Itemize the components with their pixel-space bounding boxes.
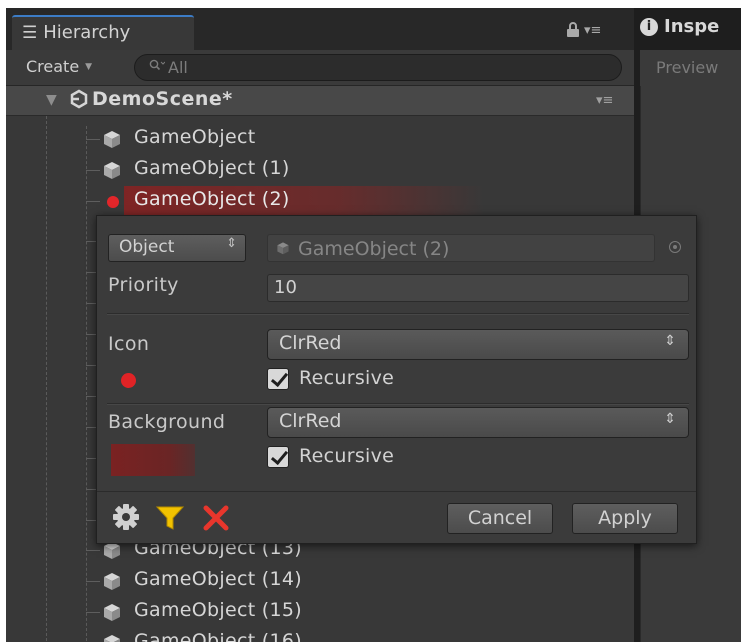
hierarchy-toolbar: Create ▼ All xyxy=(6,50,634,86)
unity-logo-icon xyxy=(70,89,88,114)
tab-inspector-label: Inspe xyxy=(664,16,720,37)
red-dot-icon xyxy=(107,196,119,208)
hierarchy-style-popup: Object ⇕ GameObject (2) Priority 10 Icon… xyxy=(96,215,697,544)
list-icon: ☰ xyxy=(22,22,38,43)
cube-icon xyxy=(102,129,122,149)
tab-hierarchy[interactable]: ☰ Hierarchy xyxy=(12,15,194,50)
apply-button[interactable]: Apply xyxy=(572,503,678,534)
icon-dropdown[interactable]: ClrRed ⇕ xyxy=(267,329,689,360)
background-dropdown-value: ClrRed xyxy=(279,410,342,432)
hierarchy-item[interactable]: GameObject (14) xyxy=(6,566,634,597)
search-input[interactable]: All xyxy=(134,54,622,81)
hierarchy-item-label: GameObject xyxy=(134,126,256,148)
hierarchy-item[interactable]: GameObject (1) xyxy=(6,155,634,186)
background-dropdown[interactable]: ClrRed ⇕ xyxy=(267,407,689,438)
icon-dropdown-value: ClrRed xyxy=(279,332,342,354)
background-recursive-checkbox[interactable] xyxy=(267,446,289,468)
hierarchy-item-label: GameObject (14) xyxy=(134,568,302,590)
cube-icon xyxy=(102,160,122,180)
priority-value: 10 xyxy=(274,277,297,298)
background-preview xyxy=(111,444,195,476)
remove-icon[interactable] xyxy=(201,504,231,532)
cancel-button[interactable]: Cancel xyxy=(447,503,553,534)
icon-recursive-checkbox[interactable] xyxy=(267,368,289,390)
search-icon xyxy=(149,58,166,77)
tab-inspector[interactable]: i Inspe xyxy=(640,16,719,37)
lock-icon[interactable] xyxy=(566,22,580,42)
priority-field[interactable]: 10 xyxy=(267,274,689,302)
cube-icon xyxy=(276,238,290,260)
create-button-label: Create xyxy=(26,57,80,76)
object-field-value: GameObject (2) xyxy=(298,237,450,260)
scene-menu-icon[interactable]: ▾≡ xyxy=(596,93,613,108)
search-placeholder: All xyxy=(168,58,188,77)
hierarchy-item[interactable]: GameObject xyxy=(6,124,634,155)
hierarchy-tabbar: ☰ Hierarchy ▾≡ xyxy=(6,8,634,50)
info-icon: i xyxy=(640,17,658,36)
icon-preview xyxy=(121,373,136,388)
hierarchy-item-label: GameObject (2) xyxy=(134,188,290,210)
dropdown-arrow-icon: ▼ xyxy=(85,61,93,72)
filter-icon[interactable] xyxy=(155,504,185,532)
divider xyxy=(107,403,689,405)
hierarchy-item-label: GameObject (1) xyxy=(134,157,290,179)
scene-row[interactable]: ▼ DemoScene* ▾≡ xyxy=(6,86,634,116)
footer-divider xyxy=(97,491,696,492)
updown-arrows-icon: ⇕ xyxy=(226,236,237,251)
inspector-preview[interactable]: Preview xyxy=(640,50,741,86)
object-picker-icon[interactable] xyxy=(669,241,681,253)
hierarchy-item-label: GameObject (16) xyxy=(134,630,302,642)
icon-label: Icon xyxy=(108,333,150,355)
tab-hierarchy-label: Hierarchy xyxy=(43,22,131,43)
create-button[interactable]: Create ▼ xyxy=(26,57,92,76)
hierarchy-item[interactable]: GameObject (15) xyxy=(6,597,634,628)
hierarchy-item-highlighted[interactable]: GameObject (2) xyxy=(6,186,634,217)
updown-arrows-icon: ⇕ xyxy=(664,411,676,427)
panel-menu-icon[interactable]: ▾≡ xyxy=(584,22,601,42)
cube-icon xyxy=(102,633,122,642)
object-field[interactable]: GameObject (2) xyxy=(267,234,655,262)
hierarchy-item[interactable]: GameObject (16) xyxy=(6,628,634,642)
divider xyxy=(107,313,689,315)
gear-icon[interactable] xyxy=(111,502,141,532)
updown-arrows-icon: ⇕ xyxy=(664,333,676,349)
preview-label: Preview xyxy=(656,58,719,77)
scene-name: DemoScene* xyxy=(92,88,233,110)
cube-icon xyxy=(102,571,122,591)
object-type-label: Object xyxy=(119,237,175,257)
background-label: Background xyxy=(108,411,226,433)
cube-icon xyxy=(102,602,122,622)
expand-triangle-icon[interactable]: ▼ xyxy=(46,92,57,108)
hierarchy-item-label: GameObject (15) xyxy=(134,599,302,621)
icon-recursive-label: Recursive xyxy=(299,367,395,389)
background-recursive-label: Recursive xyxy=(299,445,395,467)
object-type-dropdown[interactable]: Object ⇕ xyxy=(108,234,246,262)
priority-label: Priority xyxy=(108,274,179,296)
